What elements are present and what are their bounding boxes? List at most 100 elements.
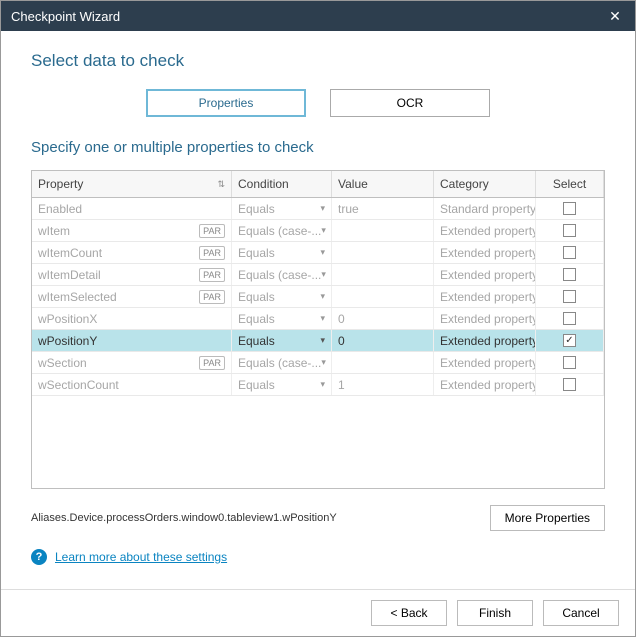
table-row[interactable]: wPositionX Equals▾0Extended property [32, 308, 604, 330]
condition-label: Equals [238, 290, 275, 304]
help-icon: ? [31, 549, 47, 565]
par-badge[interactable]: PAR [199, 290, 225, 304]
property-name: wPositionX [38, 312, 97, 326]
par-badge[interactable]: PAR [199, 356, 225, 370]
cell-select [536, 198, 604, 219]
par-badge[interactable]: PAR [199, 224, 225, 238]
table-row[interactable]: wSectionCountEquals▾1Extended property [32, 374, 604, 396]
condition-label: Equals [238, 202, 275, 216]
cell-category: Extended property [434, 264, 536, 285]
help-link[interactable]: Learn more about these settings [55, 550, 227, 564]
select-checkbox[interactable] [563, 202, 576, 215]
sort-icon: ⇅ [217, 179, 225, 190]
select-checkbox[interactable] [563, 246, 576, 259]
col-property[interactable]: Property ⇅ [32, 171, 232, 197]
cell-condition[interactable]: Equals▾ [232, 242, 332, 263]
cell-category: Extended property [434, 352, 536, 373]
cell-property: Enabled [32, 198, 232, 219]
back-button[interactable]: < Back [371, 600, 447, 626]
select-checkbox[interactable]: ✓ [563, 334, 576, 347]
chevron-down-icon: ▾ [320, 203, 325, 214]
chevron-down-icon: ▾ [320, 291, 325, 302]
close-button[interactable]: ✕ [595, 1, 635, 31]
select-checkbox[interactable] [563, 356, 576, 369]
finish-button[interactable]: Finish [457, 600, 533, 626]
path-row: Aliases.Device.processOrders.window0.tab… [31, 505, 605, 531]
col-value[interactable]: Value [332, 171, 434, 197]
cell-condition[interactable]: Equals▾ [232, 374, 332, 395]
table-row[interactable]: Enabled Equals ▾ trueStandard property [32, 198, 604, 220]
cell-condition[interactable]: Equals▾ [232, 330, 332, 351]
footer: < Back Finish Cancel [1, 589, 635, 636]
table-row[interactable]: wPositionY Equals▾0Extended property ✓ [32, 330, 604, 352]
select-checkbox[interactable] [563, 378, 576, 391]
wizard-window: Checkpoint Wizard ✕ Select data to check… [0, 0, 636, 637]
cancel-button[interactable]: Cancel [543, 600, 619, 626]
cell-category: Extended property [434, 286, 536, 307]
cell-property: wPositionX [32, 308, 232, 329]
cell-select: ✓ [536, 330, 604, 351]
condition-label: Equals (case-... [238, 268, 321, 282]
condition-label: Equals (case-... [238, 224, 321, 238]
cell-select [536, 352, 604, 373]
condition-label: Equals (case-... [238, 356, 321, 370]
toggle-ocr[interactable]: OCR [330, 89, 490, 117]
col-select[interactable]: Select [536, 171, 604, 197]
select-checkbox[interactable] [563, 224, 576, 237]
select-checkbox[interactable] [563, 268, 576, 281]
chevron-down-icon: ▾ [320, 379, 325, 390]
cell-value[interactable] [332, 264, 434, 285]
cell-value[interactable] [332, 242, 434, 263]
cell-select [536, 286, 604, 307]
property-name: Enabled [38, 202, 82, 216]
cell-value[interactable]: 0 [332, 330, 434, 351]
cell-property: wPositionY [32, 330, 232, 351]
toggle-properties[interactable]: Properties [146, 89, 306, 117]
chevron-down-icon: ▾ [320, 247, 325, 258]
table-row[interactable]: wSectionPAREquals (case-...▾Extended pro… [32, 352, 604, 374]
chevron-down-icon: ▾ [321, 225, 326, 236]
property-name: wItem [38, 224, 70, 238]
cell-select [536, 264, 604, 285]
par-badge[interactable]: PAR [199, 268, 225, 282]
cell-property: wItemCountPAR [32, 242, 232, 263]
cell-value[interactable] [332, 220, 434, 241]
select-checkbox[interactable] [563, 312, 576, 325]
cell-condition[interactable]: Equals▾ [232, 308, 332, 329]
cell-category: Extended property [434, 330, 536, 351]
selected-path: Aliases.Device.processOrders.window0.tab… [31, 512, 490, 524]
cell-category: Extended property [434, 374, 536, 395]
cell-value[interactable]: 0 [332, 308, 434, 329]
cell-condition[interactable]: Equals (case-...▾ [232, 352, 332, 373]
more-properties-button[interactable]: More Properties [490, 505, 605, 531]
content-area: Select data to check Properties OCR Spec… [1, 31, 635, 589]
property-name: wItemSelected [38, 290, 117, 304]
cell-value[interactable]: true [332, 198, 434, 219]
table-row[interactable]: wItemDetailPAREquals (case-...▾Extended … [32, 264, 604, 286]
property-name: wPositionY [38, 334, 97, 348]
chevron-down-icon: ▾ [321, 357, 326, 368]
cell-condition[interactable]: Equals ▾ [232, 286, 332, 307]
table-row[interactable]: wItemSelected PAR Equals ▾ Extended property [32, 286, 604, 308]
select-checkbox[interactable] [563, 290, 576, 303]
cell-condition[interactable]: Equals (case-...▾ [232, 264, 332, 285]
cell-condition[interactable]: Equals (case-...▾ [232, 220, 332, 241]
cell-condition[interactable]: Equals ▾ [232, 198, 332, 219]
cell-category: Extended property [434, 242, 536, 263]
table-row[interactable]: wItemPAREquals (case-...▾Extended proper… [32, 220, 604, 242]
cell-category: Standard property [434, 198, 536, 219]
cell-category: Extended property [434, 308, 536, 329]
par-badge[interactable]: PAR [199, 246, 225, 260]
col-category[interactable]: Category [434, 171, 536, 197]
cell-select [536, 308, 604, 329]
cell-property: wSectionPAR [32, 352, 232, 373]
cell-value[interactable] [332, 352, 434, 373]
cell-value[interactable]: 1 [332, 374, 434, 395]
properties-grid: Property ⇅ Condition Value Category Sele… [31, 170, 605, 489]
page-heading: Select data to check [31, 51, 605, 71]
cell-value[interactable] [332, 286, 434, 307]
table-row[interactable]: wItemCountPAREquals▾ Extended property [32, 242, 604, 264]
condition-label: Equals [238, 312, 275, 326]
cell-select [536, 242, 604, 263]
col-condition[interactable]: Condition [232, 171, 332, 197]
